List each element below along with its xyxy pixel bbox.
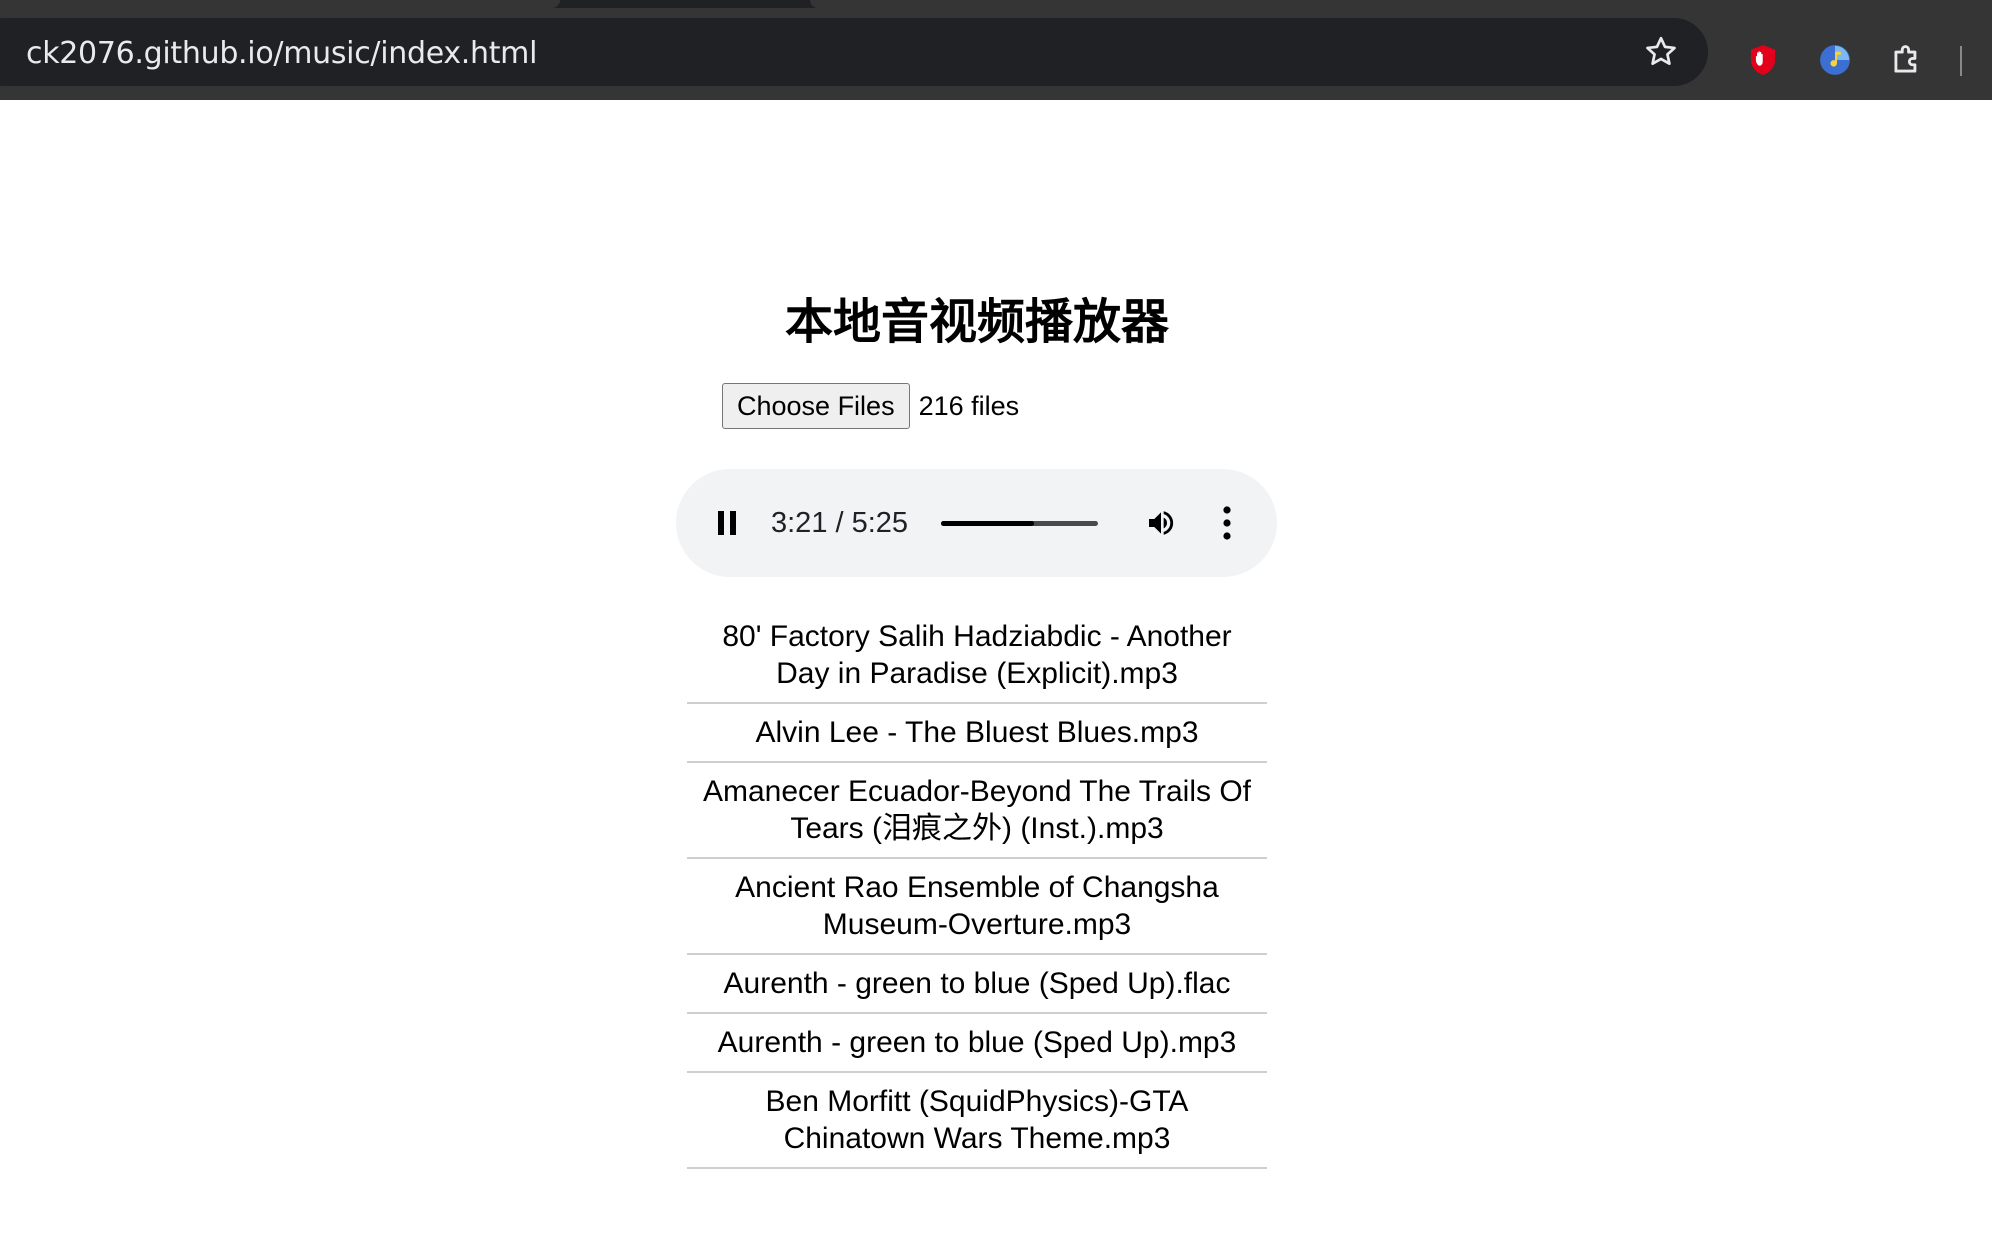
track-item[interactable]: Amanecer Ecuador-Beyond The Trails Of Te… — [687, 763, 1267, 859]
extensions-puzzle-icon[interactable] — [1888, 41, 1926, 79]
music-extension-icon[interactable] — [1818, 43, 1852, 77]
star-icon[interactable] — [1643, 34, 1679, 70]
audio-player[interactable]: 3:21 / 5:25 — [676, 469, 1277, 577]
tab-edge — [810, 0, 1992, 8]
more-options-icon[interactable] — [1221, 505, 1233, 541]
playback-time: 3:21 / 5:25 — [771, 507, 909, 539]
track-item[interactable]: Ben Morfitt (SquidPhysics)-GTA Chinatown… — [687, 1073, 1267, 1169]
track-item[interactable]: Aurenth - green to blue (Sped Up).mp3 — [687, 1014, 1267, 1073]
track-item[interactable]: Aurenth - green to blue (Sped Up).flac — [687, 955, 1267, 1014]
url-text[interactable]: ck2076.github.io/music/index.html — [26, 36, 537, 71]
page-title: 本地音视频播放器 — [784, 294, 1169, 350]
file-count-label: 216 files — [918, 390, 1020, 421]
pause-icon[interactable] — [716, 509, 740, 537]
track-item[interactable]: Ancient Rao Ensemble of Changsha Museum-… — [687, 859, 1267, 955]
track-list: 80' Factory Salih Hadziabdic - Another D… — [687, 608, 1267, 1169]
address-bar[interactable]: ck2076.github.io/music/index.html — [0, 18, 1708, 86]
ublock-hand-icon[interactable] — [1746, 43, 1780, 77]
choose-files-button[interactable]: Choose Files — [722, 383, 910, 429]
tab-edge — [0, 0, 560, 8]
track-item[interactable]: Alvin Lee - The Bluest Blues.mp3 — [687, 704, 1267, 763]
seek-progress — [941, 521, 1034, 526]
track-item[interactable]: 80' Factory Salih Hadziabdic - Another D… — [687, 608, 1267, 704]
volume-icon[interactable] — [1144, 507, 1178, 539]
browser-toolbar: ck2076.github.io/music/index.html — [0, 8, 1992, 100]
seek-bar[interactable] — [941, 521, 1098, 526]
file-input[interactable]: Choose Files 216 files — [722, 383, 1020, 429]
browser-chrome: ck2076.github.io/music/index.html — [0, 0, 1992, 100]
toolbar-separator — [1960, 46, 1962, 76]
